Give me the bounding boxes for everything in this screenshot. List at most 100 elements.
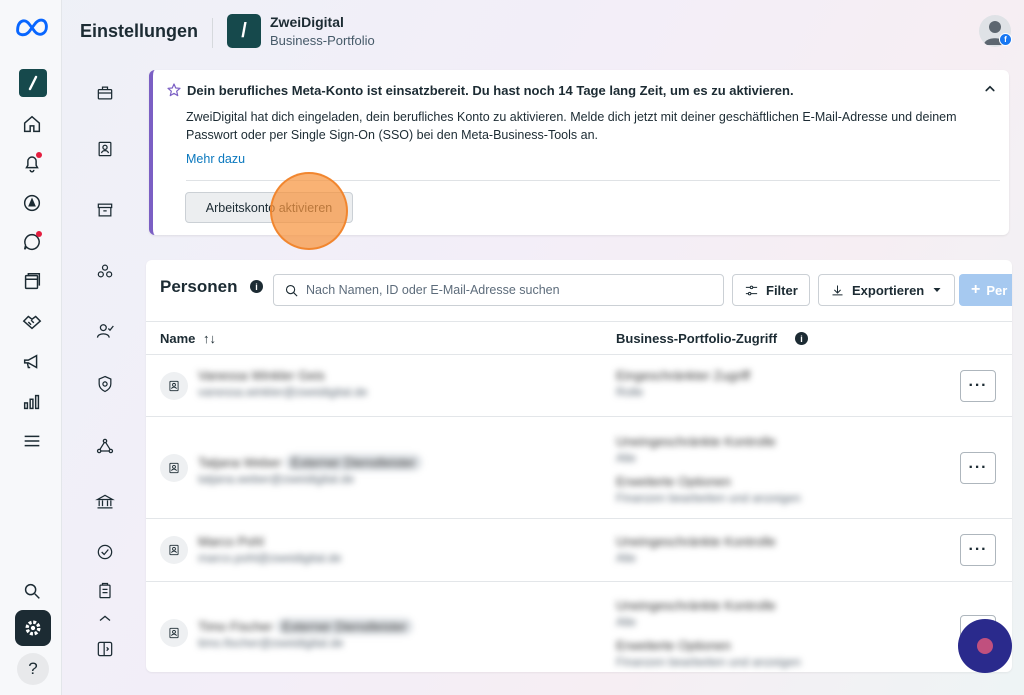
- bar-chart-icon[interactable]: [17, 387, 47, 417]
- home-icon[interactable]: [17, 109, 47, 139]
- person-name: Tatjana Weber Externer Dienstleister: [198, 454, 422, 471]
- portfolio-name[interactable]: ZweiDigital: [270, 14, 344, 30]
- access-sub: Rolle: [616, 385, 644, 399]
- users-card-icon[interactable]: [93, 137, 117, 161]
- bell-icon[interactable]: [17, 148, 47, 178]
- search-input[interactable]: [306, 280, 716, 300]
- info-icon[interactable]: i: [250, 280, 263, 293]
- access-title: Uneingeschränkte Kontrolle: [616, 598, 776, 613]
- accounts-icon[interactable]: [93, 259, 117, 283]
- facebook-icon: f: [999, 33, 1012, 46]
- column-header-access: Business-Portfolio-Zugriff: [616, 331, 777, 346]
- person-card-icon: [160, 619, 188, 647]
- sliders-icon: [745, 285, 758, 295]
- filter-label: Filter: [766, 282, 798, 298]
- sort-icon[interactable]: ↑↓: [203, 331, 216, 346]
- export-label: Exportieren: [852, 282, 925, 298]
- sidebar-toggle-icon[interactable]: [93, 637, 117, 661]
- archive-icon[interactable]: [93, 198, 117, 222]
- access-sub: Alle: [616, 615, 637, 629]
- search-field[interactable]: [273, 274, 724, 306]
- table-row[interactable]: Timo Fischer Externer Dienstleister timo…: [146, 582, 1012, 672]
- message-badge: [36, 231, 42, 237]
- person-name: Vanessa Winkler Geis: [198, 368, 325, 383]
- banner-body: ZweiDigital hat dich eingeladen, dein be…: [186, 110, 957, 142]
- filter-button[interactable]: Filter: [732, 274, 810, 306]
- more-options-button[interactable]: ···: [960, 452, 996, 484]
- person-card-icon: [160, 536, 188, 564]
- plus-icon: +: [971, 281, 981, 298]
- more-options-button[interactable]: ···: [960, 534, 996, 566]
- portfolio-icon[interactable]: [19, 69, 47, 97]
- access-title: Erweiterte Optionen: [616, 638, 731, 653]
- access-sub: Alle: [616, 551, 637, 565]
- integrations-icon[interactable]: [93, 434, 117, 458]
- portfolio-type: Business-Portfolio: [270, 33, 375, 48]
- column-access-label: Business-Portfolio-Zugriff: [616, 331, 778, 346]
- person-name-text: Timo Fischer: [198, 619, 273, 634]
- more-icon: ···: [968, 459, 988, 476]
- person-email: marco.pohl@zweidigital.de: [198, 551, 342, 565]
- portfolio-logo-glyph: /: [241, 19, 247, 42]
- bank-icon[interactable]: [93, 490, 117, 514]
- people-card: Personen i Filter Exportieren + Per Name…: [146, 260, 1012, 672]
- person-email: timo.fischer@zweidigital.de: [198, 636, 344, 650]
- clipboard-icon[interactable]: [93, 579, 117, 603]
- export-button[interactable]: Exportieren: [818, 274, 956, 306]
- access-sub: Finanzen bearbeiten und anzeigen: [616, 655, 801, 669]
- download-icon: [832, 285, 843, 295]
- user-check-icon[interactable]: [93, 319, 117, 343]
- person-email: tatjana.weber@zweidigital.de: [198, 472, 355, 486]
- more-options-button[interactable]: ···: [960, 370, 996, 402]
- people-title: Personen: [160, 277, 238, 296]
- banner-title: Dein berufliches Meta-Konto ist einsatzb…: [187, 83, 794, 98]
- access-title: Eingeschränkter Zugriff: [616, 368, 751, 383]
- search-icon: [285, 284, 298, 297]
- table-row[interactable]: Vanessa Winkler Geis vanessa.winkler@zwe…: [146, 355, 1012, 417]
- add-person-button[interactable]: + Per: [959, 274, 1012, 306]
- search-icon[interactable]: [17, 576, 47, 606]
- compass-icon[interactable]: [17, 188, 47, 218]
- table-row[interactable]: Tatjana Weber Externer Dienstleister tat…: [146, 417, 1012, 519]
- person-email: vanessa.winkler@zweidigital.de: [198, 385, 368, 399]
- table-divider: [146, 321, 1012, 322]
- portfolio-logo[interactable]: /: [227, 14, 261, 48]
- person-card-icon: [160, 454, 188, 482]
- chat-dot-icon: [977, 638, 993, 654]
- page-title: Einstellungen: [80, 21, 199, 41]
- external-tag: Externer Dienstleister: [276, 618, 413, 635]
- add-label: Per: [986, 282, 1008, 298]
- handshake-icon[interactable]: [17, 307, 47, 337]
- info-icon[interactable]: i: [795, 332, 808, 345]
- help-icon[interactable]: ?: [17, 653, 49, 685]
- briefcase-icon[interactable]: [93, 81, 117, 105]
- support-chat-button[interactable]: [958, 619, 1012, 673]
- megaphone-icon[interactable]: [17, 347, 47, 377]
- learn-more-link[interactable]: Mehr dazu: [186, 152, 245, 166]
- header-divider: [212, 18, 213, 48]
- chevron-up-icon[interactable]: [93, 612, 117, 624]
- notification-badge: [36, 152, 42, 158]
- person-card-icon: [160, 372, 188, 400]
- verified-icon[interactable]: [93, 540, 117, 564]
- menu-icon[interactable]: [17, 426, 47, 456]
- left-navigation-rail: ?: [0, 0, 62, 695]
- click-indicator: [270, 172, 348, 250]
- column-header-name[interactable]: Name ↑↓: [160, 331, 216, 346]
- access-sub: Alle: [616, 451, 637, 465]
- more-icon: ···: [968, 377, 988, 394]
- more-icon: ···: [968, 541, 988, 558]
- table-row[interactable]: Marco Pohl marco.pohl@zweidigital.de Une…: [146, 519, 1012, 582]
- access-title: Uneingeschränkte Kontrolle: [616, 534, 776, 549]
- person-name: Marco Pohl: [198, 534, 264, 549]
- column-name-label: Name: [160, 331, 196, 346]
- meta-icon[interactable]: [14, 14, 50, 38]
- chat-icon[interactable]: [17, 227, 47, 257]
- access-title: Erweiterte Optionen: [616, 474, 731, 489]
- pages-icon[interactable]: [17, 267, 47, 297]
- external-tag: Externer Dienstleister: [285, 454, 422, 471]
- gear-icon[interactable]: [15, 610, 51, 646]
- chevron-up-icon[interactable]: [981, 80, 999, 98]
- caret-down-icon: [933, 288, 941, 292]
- shield-icon[interactable]: [93, 372, 117, 396]
